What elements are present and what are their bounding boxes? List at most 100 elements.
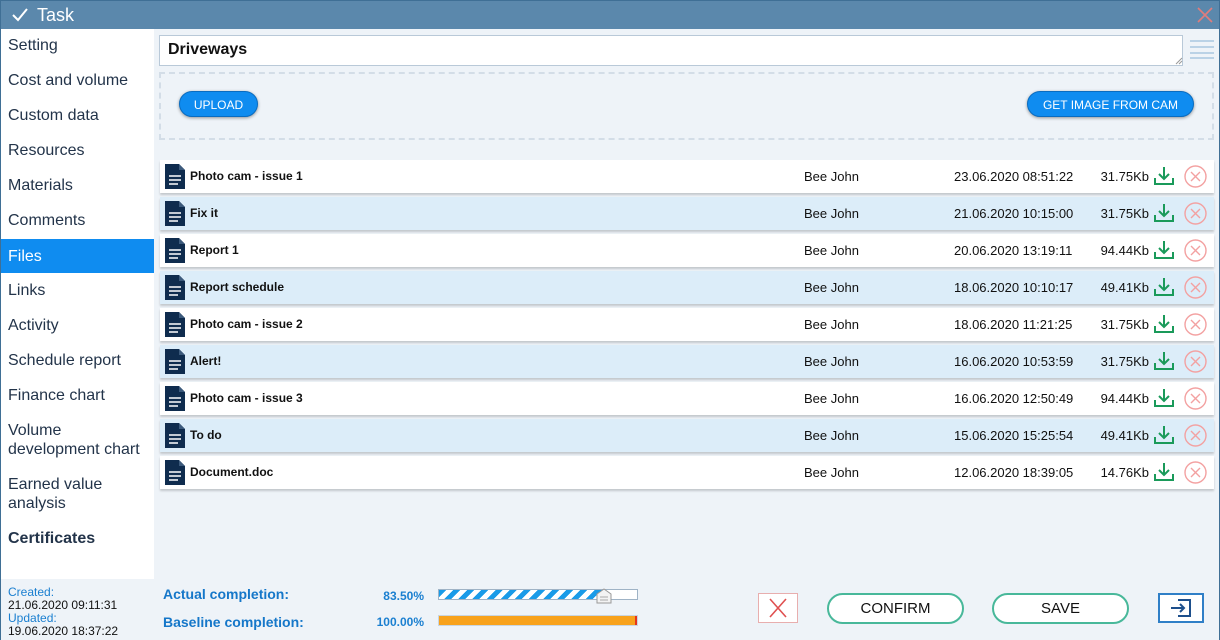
baseline-completion-value: 100.00%: [376, 615, 424, 629]
download-icon[interactable]: [1153, 425, 1175, 445]
sidebar-item-finance-chart[interactable]: Finance chart: [1, 386, 154, 406]
delete-icon[interactable]: [1184, 202, 1207, 225]
sidebar-item-activity[interactable]: Activity: [1, 316, 154, 336]
file-owner: Bee John: [804, 354, 859, 369]
document-icon: [165, 460, 185, 485]
window-title: Task: [37, 5, 75, 25]
file-name[interactable]: Report schedule: [190, 280, 284, 294]
delete-icon[interactable]: [1184, 276, 1207, 299]
file-name[interactable]: Alert!: [190, 354, 221, 368]
delete-icon[interactable]: [1184, 461, 1207, 484]
cancel-button[interactable]: [758, 593, 798, 623]
baseline-completion-label: Baseline completion:: [163, 614, 304, 630]
save-button[interactable]: SAVE: [992, 593, 1129, 624]
file-name[interactable]: Photo cam - issue 3: [190, 391, 303, 405]
file-size: 94.44Kb: [1100, 243, 1149, 258]
delete-icon[interactable]: [1184, 424, 1207, 447]
file-owner: Bee John: [804, 465, 859, 480]
exit-icon: [1171, 599, 1191, 617]
close-icon: [769, 598, 787, 618]
file-owner: Bee John: [804, 206, 859, 221]
file-name[interactable]: Photo cam - issue 1: [190, 169, 303, 183]
sidebar-item-earned-value-analysis[interactable]: Earned value analysis: [1, 475, 154, 515]
file-size: 31.75Kb: [1100, 354, 1149, 369]
file-name[interactable]: Fix it: [190, 206, 218, 220]
close-icon[interactable]: [1197, 7, 1213, 23]
sidebar-item-links[interactable]: Links: [1, 281, 154, 301]
file-date: 15.06.2020 15:25:54: [954, 428, 1074, 443]
file-owner: Bee John: [804, 280, 859, 295]
file-date: 23.06.2020 08:51:22: [954, 169, 1074, 184]
file-size: 94.44Kb: [1100, 391, 1149, 406]
download-icon[interactable]: [1153, 277, 1175, 297]
file-row[interactable]: Fix it Bee John 21.06.2020 10:15:00 31.75Kb: [160, 197, 1214, 230]
file-owner: Bee John: [804, 243, 859, 258]
file-owner: Bee John: [804, 317, 859, 332]
baseline-completion-bar: [438, 615, 638, 626]
delete-icon[interactable]: [1184, 387, 1207, 410]
upload-dropzone[interactable]: UPLOAD GET IMAGE FROM CAM: [159, 72, 1214, 140]
sidebar-item-certificates[interactable]: Certificates: [1, 529, 154, 551]
file-size: 49.41Kb: [1100, 428, 1149, 443]
document-icon: [165, 349, 185, 374]
task-title-field[interactable]: Driveways: [159, 35, 1183, 66]
file-size: 31.75Kb: [1100, 169, 1149, 184]
file-name[interactable]: Document.doc: [190, 465, 273, 479]
download-icon[interactable]: [1153, 351, 1175, 371]
delete-icon[interactable]: [1184, 313, 1207, 336]
file-row[interactable]: Photo cam - issue 1 Bee John 23.06.2020 08…: [160, 160, 1214, 193]
file-row[interactable]: Report 1 Bee John 20.06.2020 13:19:11 94.44…: [160, 234, 1214, 267]
delete-icon[interactable]: [1184, 165, 1207, 188]
progress-marker-icon[interactable]: [596, 588, 612, 604]
files-panel: Driveways UPLOAD GET IMAGE FROM CAM Phot…: [154, 29, 1219, 579]
file-row[interactable]: Report schedule Bee John 18.06.2020 10:10:…: [160, 271, 1214, 304]
download-icon[interactable]: [1153, 388, 1175, 408]
file-name[interactable]: To do: [190, 428, 222, 442]
confirm-button[interactable]: CONFIRM: [827, 593, 964, 624]
exit-button[interactable]: [1158, 593, 1204, 623]
file-row[interactable]: Photo cam - issue 3 Bee John 16.06.2020 12…: [160, 382, 1214, 415]
get-image-from-cam-button[interactable]: GET IMAGE FROM CAM: [1027, 91, 1194, 117]
checkmark-icon: [12, 8, 28, 22]
file-name[interactable]: Photo cam - issue 2: [190, 317, 303, 331]
file-date: 16.06.2020 12:50:49: [954, 391, 1074, 406]
download-icon[interactable]: [1153, 166, 1175, 186]
document-icon: [165, 164, 185, 189]
download-icon[interactable]: [1153, 314, 1175, 334]
file-name[interactable]: Report 1: [190, 243, 239, 257]
file-date: 12.06.2020 18:39:05: [954, 465, 1074, 480]
file-row[interactable]: To do Bee John 15.06.2020 15:25:54 49.41Kb: [160, 419, 1214, 452]
sidebar-item-files[interactable]: Files: [1, 239, 154, 273]
sidebar-item-cost-and-volume[interactable]: Cost and volume: [1, 71, 154, 91]
document-icon: [165, 201, 185, 226]
title-bar: Task: [1, 1, 1219, 29]
sidebar-item-schedule-report[interactable]: Schedule report: [1, 351, 154, 371]
document-icon: [165, 275, 185, 300]
menu-icon[interactable]: [1190, 39, 1214, 59]
sidebar-item-resources[interactable]: Resources: [1, 141, 154, 161]
sidebar-item-comments[interactable]: Comments: [1, 211, 154, 231]
document-icon: [165, 238, 185, 263]
file-date: 21.06.2020 10:15:00: [954, 206, 1074, 221]
file-row[interactable]: Document.doc Bee John 12.06.2020 18:39:05 1…: [160, 456, 1214, 489]
sidebar-item-volume-development-chart[interactable]: Volume development chart: [1, 421, 154, 461]
resize-grip-icon[interactable]: [1175, 57, 1183, 65]
upload-button[interactable]: UPLOAD: [179, 91, 258, 117]
file-size: 31.75Kb: [1100, 206, 1149, 221]
delete-icon[interactable]: [1184, 350, 1207, 373]
file-date: 18.06.2020 11:21:25: [954, 317, 1073, 332]
sidebar-item-materials[interactable]: Materials: [1, 176, 154, 196]
file-size: 49.41Kb: [1100, 280, 1149, 295]
document-icon: [165, 423, 185, 448]
file-row[interactable]: Alert! Bee John 16.06.2020 10:53:59 31.75Kb: [160, 345, 1214, 378]
file-row[interactable]: Photo cam - issue 2 Bee John 18.06.2020 11…: [160, 308, 1214, 341]
sidebar: Setting Cost and volume Custom data Resourc…: [1, 29, 154, 579]
sidebar-item-custom-data[interactable]: Custom data: [1, 106, 154, 126]
file-size: 14.76Kb: [1100, 465, 1149, 480]
download-icon[interactable]: [1153, 203, 1175, 223]
actual-completion-fill: [439, 590, 604, 599]
delete-icon[interactable]: [1184, 239, 1207, 262]
download-icon[interactable]: [1153, 462, 1175, 482]
sidebar-item-setting[interactable]: Setting: [1, 36, 154, 56]
download-icon[interactable]: [1153, 240, 1175, 260]
